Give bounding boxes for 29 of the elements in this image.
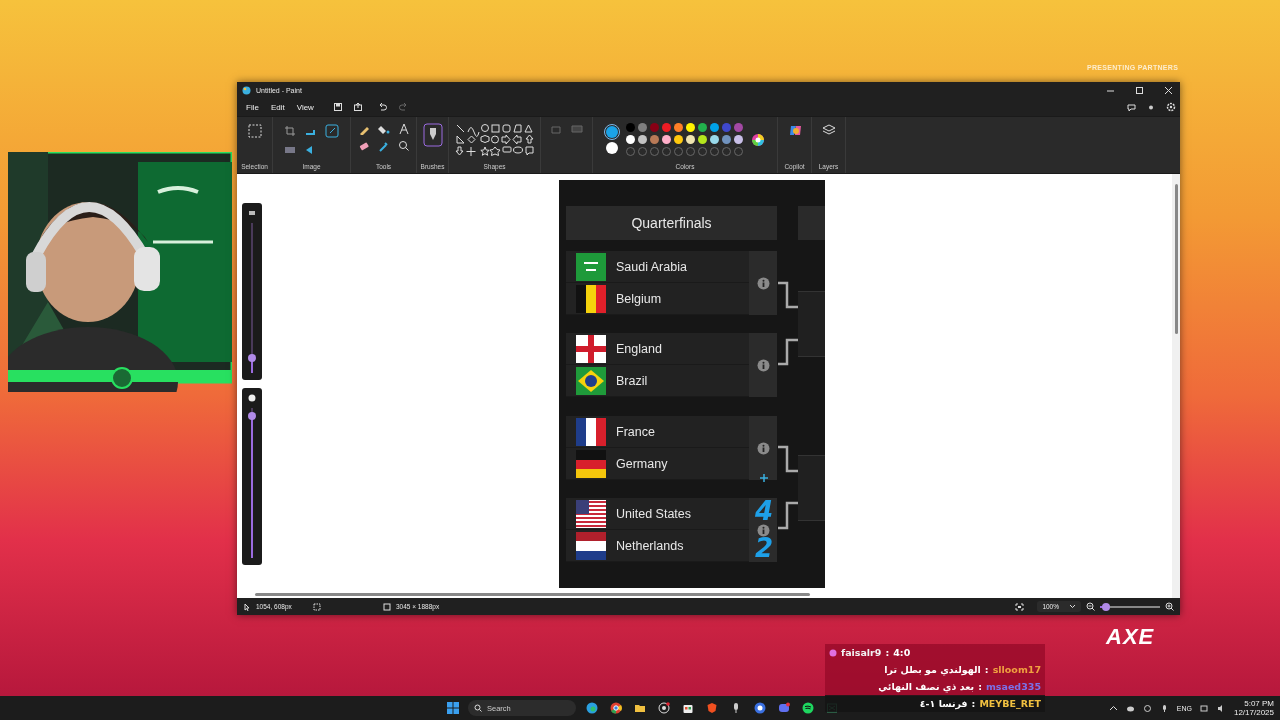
chat-username: faisalr9 bbox=[841, 647, 882, 658]
round-title: Quarterfinals bbox=[566, 206, 777, 240]
team-name: Germany bbox=[616, 456, 668, 471]
handwritten-number: 2 bbox=[755, 535, 774, 561]
chat-separator: : bbox=[978, 681, 982, 692]
team-name: France bbox=[616, 424, 655, 439]
chat-text: فرنسا ١-٤ bbox=[919, 698, 968, 709]
chat-username: MEYBE_RET bbox=[979, 698, 1041, 709]
chat-separator: : bbox=[885, 647, 890, 658]
chat-separator: : bbox=[971, 698, 976, 709]
sponsor-logo: AXE bbox=[1106, 624, 1155, 650]
chat-text: الهولندي مو بطل ترا bbox=[884, 664, 981, 675]
team-name: Saudi Arabia bbox=[616, 259, 687, 274]
clock-time[interactable]: 5:07 PM bbox=[1244, 698, 1274, 708]
team-name: Brazil bbox=[616, 373, 648, 388]
chat-username: slloom17 bbox=[992, 664, 1041, 675]
menu-item[interactable]: File bbox=[241, 100, 264, 114]
chat-text: بعد ذي نصف النهائي bbox=[878, 681, 975, 692]
chat-username: msaed335 bbox=[985, 681, 1041, 692]
team-name: United States bbox=[616, 506, 692, 521]
handwritten-number: 4 bbox=[755, 498, 774, 524]
clock-date[interactable]: 12/17/2025 bbox=[1233, 708, 1274, 718]
team-name: Belgium bbox=[616, 291, 662, 306]
menu-item[interactable]: Edit bbox=[265, 100, 290, 114]
chat-text: 4:0 bbox=[893, 647, 911, 658]
chat-separator: : bbox=[984, 664, 989, 675]
menu-item[interactable]: View bbox=[291, 100, 319, 114]
team-name: Netherlands bbox=[616, 538, 684, 553]
team-name: England bbox=[616, 341, 662, 356]
